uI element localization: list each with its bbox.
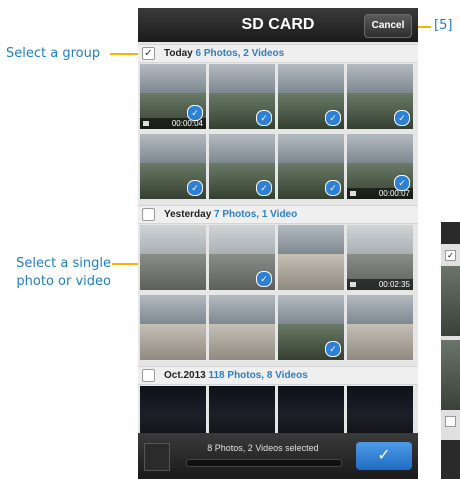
confirm-button[interactable]: ✓	[356, 442, 412, 470]
tile-image-sky	[140, 64, 206, 94]
tile-image-sky	[140, 134, 206, 164]
group-checkbox[interactable]	[142, 208, 155, 221]
tile-image-sky	[209, 64, 275, 94]
group-name: Today	[164, 48, 193, 59]
selection-thumbnail	[144, 443, 170, 471]
media-tile[interactable]: 00:00:04 ✓	[140, 64, 206, 129]
tile-image-sky	[209, 134, 275, 164]
selected-check-icon: ✓	[256, 110, 272, 126]
video-bar: 00:02:35	[347, 279, 413, 290]
selected-check-icon: ✓	[325, 180, 341, 196]
gallery-screen: SD CARD Cancel ✓ Today 6 Photos, 2 Videos…	[138, 8, 418, 479]
group-name: Oct.2013	[164, 370, 206, 381]
video-camera-icon	[143, 121, 149, 126]
selected-check-icon: ✓	[394, 175, 410, 191]
tile-image-sky	[347, 134, 413, 164]
tile-image-sky	[347, 225, 413, 255]
tile-image-sky	[278, 64, 344, 94]
select-single-label-line1: Select a single	[16, 256, 111, 271]
media-tile[interactable]: ✓	[209, 64, 275, 129]
tile-image-sky	[278, 225, 344, 255]
media-tile[interactable]: ✓	[209, 134, 275, 199]
second-screen-bottom-bar	[441, 440, 460, 479]
selected-check-icon: ✓	[325, 110, 341, 126]
cancel-button[interactable]: Cancel	[364, 14, 412, 38]
group-title: Oct.2013 118 Photos, 8 Videos	[164, 367, 308, 384]
media-tile[interactable]: ✓	[347, 64, 413, 129]
second-screen-checkbox	[445, 416, 456, 427]
second-screen-tile	[441, 266, 460, 336]
media-tile[interactable]: 00:02:35	[347, 225, 413, 290]
media-tile[interactable]: 00:00:07 ✓	[347, 134, 413, 199]
group-header: Oct.2013 118 Photos, 8 Videos	[138, 366, 418, 385]
tile-image-sky	[278, 295, 344, 325]
media-tile[interactable]	[140, 225, 206, 290]
second-screen-preview: ✓	[441, 222, 460, 479]
tile-image-sky	[140, 225, 206, 255]
selected-check-icon: ✓	[394, 110, 410, 126]
media-tile[interactable]	[209, 295, 275, 360]
group-count: 7 Photos, 1 Video	[214, 209, 298, 220]
tile-image-ground	[278, 254, 344, 290]
group-title: Yesterday 7 Photos, 1 Video	[164, 206, 297, 223]
media-tile[interactable]	[278, 225, 344, 290]
second-screen-checkbox: ✓	[445, 250, 456, 261]
group-count: 118 Photos, 8 Videos	[208, 370, 308, 381]
tile-image-ground	[140, 254, 206, 290]
top-bar: SD CARD Cancel	[138, 8, 418, 42]
tile-image-ground	[347, 324, 413, 360]
media-tile[interactable]: ✓	[278, 134, 344, 199]
tile-image-sky	[278, 134, 344, 164]
selection-progress-bar	[186, 459, 342, 467]
group-checkbox[interactable]	[142, 369, 155, 382]
media-tile[interactable]: ✓	[140, 134, 206, 199]
video-camera-icon	[350, 191, 356, 196]
group-name: Yesterday	[164, 209, 212, 220]
media-tile[interactable]: ✓	[209, 225, 275, 290]
selected-check-icon: ✓	[187, 180, 203, 196]
bottom-bar: 8 Photos, 2 Videos selected ✓	[138, 433, 418, 479]
tile-image-sky	[140, 295, 206, 325]
select-group-label: Select a group	[6, 46, 101, 61]
group-header: Yesterday 7 Photos, 1 Video	[138, 205, 418, 224]
media-tile[interactable]: ✓	[278, 64, 344, 129]
tile-image-sky	[347, 295, 413, 325]
tile-image-sky	[278, 386, 344, 416]
tile-image-sky	[209, 225, 275, 255]
second-screen-tile	[441, 340, 460, 410]
selected-check-icon: ✓	[256, 271, 272, 287]
group-title: Today 6 Photos, 2 Videos	[164, 45, 284, 62]
select-single-label-line2: photo or video	[16, 274, 111, 289]
media-tile[interactable]	[140, 295, 206, 360]
group-checkbox[interactable]: ✓	[142, 47, 155, 60]
group-count: 6 Photos, 2 Videos	[195, 48, 285, 59]
tile-image-ground	[209, 324, 275, 360]
group-header: ✓ Today 6 Photos, 2 Videos	[138, 44, 418, 63]
tile-image-sky	[140, 386, 206, 416]
selected-check-icon: ✓	[187, 105, 203, 121]
video-duration: 00:02:35	[378, 280, 410, 289]
video-camera-icon	[350, 282, 356, 287]
step-label: [5]	[434, 18, 453, 33]
selected-check-icon: ✓	[325, 341, 341, 357]
tile-image-ground	[140, 324, 206, 360]
tile-image-sky	[347, 386, 413, 416]
tile-image-sky	[347, 64, 413, 94]
tile-image-sky	[209, 386, 275, 416]
media-tile[interactable]: ✓	[278, 295, 344, 360]
selected-check-icon: ✓	[256, 180, 272, 196]
checkmark-icon: ✓	[377, 447, 391, 464]
second-screen-top-bar	[441, 222, 460, 244]
tile-image-sky	[209, 295, 275, 325]
selection-count: 8 Photos, 2 Videos selected	[207, 443, 319, 453]
media-tile[interactable]	[347, 295, 413, 360]
